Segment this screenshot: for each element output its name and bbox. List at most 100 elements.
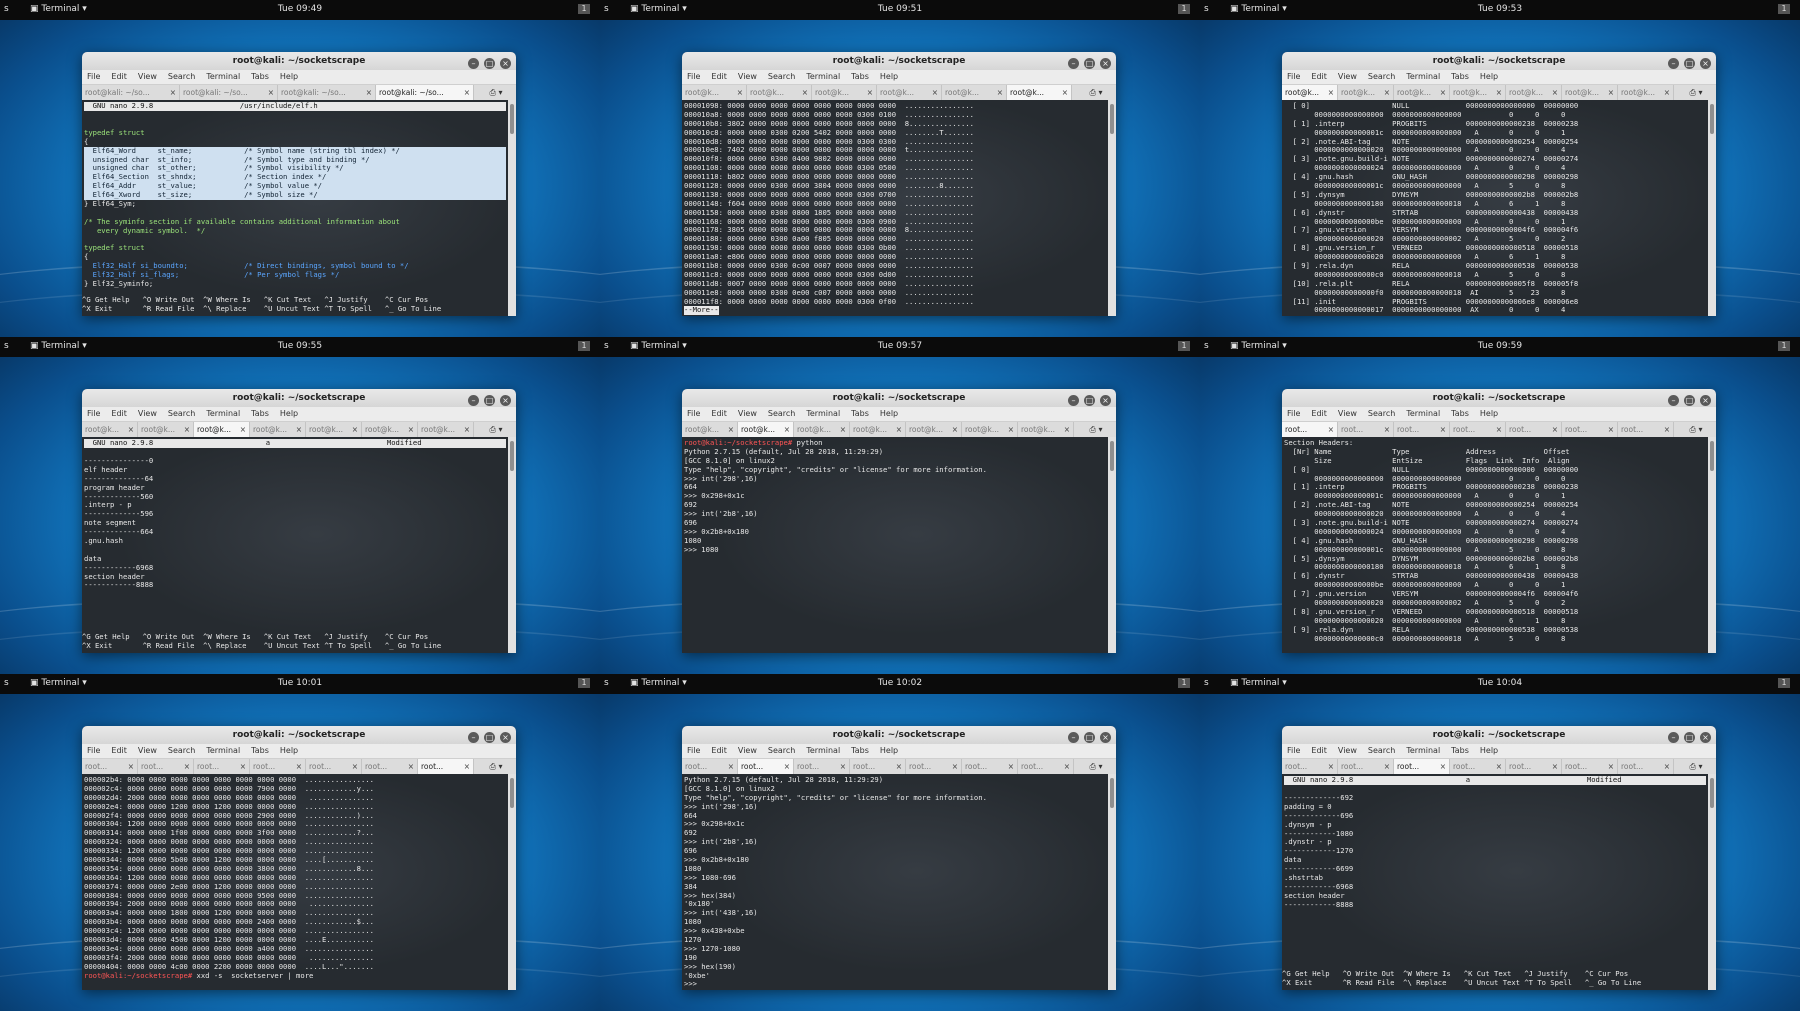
workspace-indicator[interactable]: 1: [1178, 341, 1190, 351]
maximize-button[interactable]: □: [484, 58, 495, 69]
scrollbar-thumb[interactable]: [1110, 104, 1114, 134]
minimize-button[interactable]: –: [468, 395, 479, 406]
new-tab-button[interactable]: ⎙ ▾: [476, 422, 516, 438]
scrollbar[interactable]: [508, 437, 516, 653]
terminal-tab[interactable]: × root...: [1562, 422, 1618, 438]
terminal-tab[interactable]: × root...: [1450, 759, 1506, 775]
clock[interactable]: Tue 09:49: [0, 4, 600, 14]
tab-close-icon[interactable]: ×: [184, 422, 190, 438]
tab-close-icon[interactable]: ×: [1664, 85, 1670, 101]
tab-close-icon[interactable]: ×: [932, 85, 938, 101]
menu-tabs[interactable]: Tabs: [251, 72, 269, 81]
scrollbar[interactable]: [508, 100, 516, 316]
menu-file[interactable]: File: [1287, 409, 1300, 418]
terminal-tab[interactable]: × root@k...: [1562, 85, 1618, 101]
workspace-indicator[interactable]: 1: [578, 341, 590, 351]
clock[interactable]: Tue 09:51: [600, 4, 1200, 14]
window-titlebar[interactable]: root@kali: ~/socketscrape – □ ×: [682, 726, 1116, 744]
tab-close-icon[interactable]: ×: [737, 85, 743, 101]
tab-close-icon[interactable]: ×: [408, 422, 414, 438]
terminal-window[interactable]: root@kali: ~/socketscrape – □ × File Edit View…: [82, 389, 516, 653]
menu-file[interactable]: File: [87, 409, 100, 418]
terminal-content[interactable]: 000002b4: 0000 0000 0000 0000 0000 0000 …: [82, 774, 508, 990]
terminal-tab[interactable]: × root...: [1018, 759, 1074, 775]
scrollbar-thumb[interactable]: [1710, 441, 1714, 471]
terminal-tab[interactable]: × root@k...: [1338, 85, 1394, 101]
menu-file[interactable]: File: [687, 746, 700, 755]
menu-file[interactable]: File: [687, 409, 700, 418]
tab-close-icon[interactable]: ×: [1008, 759, 1014, 775]
menu-terminal[interactable]: Terminal: [806, 746, 840, 755]
scrollbar[interactable]: [508, 774, 516, 990]
menu-help[interactable]: Help: [280, 746, 298, 755]
scrollbar[interactable]: [1108, 437, 1116, 653]
tab-close-icon[interactable]: ×: [1064, 422, 1070, 438]
terminal-tab[interactable]: × root...: [682, 759, 738, 775]
tab-close-icon[interactable]: ×: [896, 422, 902, 438]
terminal-tab[interactable]: × root...: [850, 759, 906, 775]
tab-close-icon[interactable]: ×: [867, 85, 873, 101]
menu-edit[interactable]: Edit: [111, 746, 127, 755]
tab-close-icon[interactable]: ×: [1608, 759, 1614, 775]
terminal-content[interactable]: GNU nano 2.9.8 /usr/include/elf.h typedef…: [82, 100, 508, 316]
terminal-tab[interactable]: × root...: [738, 759, 794, 775]
window-titlebar[interactable]: root@kali: ~/socketscrape – □ ×: [82, 389, 516, 407]
terminal-tab[interactable]: × root@kali: ~/so...: [82, 85, 180, 101]
menu-terminal[interactable]: Terminal: [206, 409, 240, 418]
maximize-button[interactable]: □: [1084, 732, 1095, 743]
maximize-button[interactable]: □: [1084, 58, 1095, 69]
close-button[interactable]: ×: [1100, 732, 1111, 743]
tab-close-icon[interactable]: ×: [784, 759, 790, 775]
shortcut-row[interactable]: ^X Exit ^R Read File ^\ Replace ^U Uncut…: [82, 641, 508, 651]
menu-search[interactable]: Search: [768, 72, 795, 81]
menu-view[interactable]: View: [138, 72, 157, 81]
scrollbar[interactable]: [1108, 774, 1116, 990]
new-tab-button[interactable]: ⎙ ▾: [476, 759, 516, 775]
menu-edit[interactable]: Edit: [711, 72, 727, 81]
tab-close-icon[interactable]: ×: [1384, 759, 1390, 775]
tab-close-icon[interactable]: ×: [296, 759, 302, 775]
scrollbar-thumb[interactable]: [1110, 778, 1114, 808]
tab-close-icon[interactable]: ×: [296, 422, 302, 438]
terminal-tab[interactable]: × root@k...: [794, 422, 850, 438]
close-button[interactable]: ×: [500, 395, 511, 406]
menu-terminal[interactable]: Terminal: [206, 72, 240, 81]
tab-close-icon[interactable]: ×: [802, 85, 808, 101]
terminal-tab[interactable]: × root...: [1338, 422, 1394, 438]
maximize-button[interactable]: □: [1684, 395, 1695, 406]
scrollbar-thumb[interactable]: [510, 778, 514, 808]
menu-terminal[interactable]: Terminal: [206, 746, 240, 755]
clock[interactable]: Tue 09:55: [0, 341, 600, 351]
menu-search[interactable]: Search: [768, 409, 795, 418]
terminal-tab[interactable]: × root@k...: [812, 85, 877, 101]
menu-edit[interactable]: Edit: [111, 409, 127, 418]
clock[interactable]: Tue 09:57: [600, 341, 1200, 351]
terminal-window[interactable]: root@kali: ~/socketscrape – □ × File Edit View…: [1282, 52, 1716, 316]
menu-help[interactable]: Help: [280, 72, 298, 81]
menu-file[interactable]: File: [87, 72, 100, 81]
tab-close-icon[interactable]: ×: [1496, 422, 1502, 438]
tab-close-icon[interactable]: ×: [1328, 85, 1334, 101]
menu-search[interactable]: Search: [1368, 746, 1395, 755]
menu-edit[interactable]: Edit: [111, 72, 127, 81]
tab-close-icon[interactable]: ×: [896, 759, 902, 775]
menu-edit[interactable]: Edit: [1311, 746, 1327, 755]
tab-close-icon[interactable]: ×: [1496, 85, 1502, 101]
tab-close-icon[interactable]: ×: [728, 759, 734, 775]
minimize-button[interactable]: –: [1668, 732, 1679, 743]
tab-close-icon[interactable]: ×: [240, 759, 246, 775]
scrollbar[interactable]: [1708, 774, 1716, 990]
terminal-tab[interactable]: × root@kali: ~/so...: [278, 85, 376, 101]
clock[interactable]: Tue 09:53: [1200, 4, 1800, 14]
workspace-indicator[interactable]: 1: [1778, 4, 1790, 14]
menu-search[interactable]: Search: [1368, 409, 1395, 418]
menu-search[interactable]: Search: [768, 746, 795, 755]
menu-edit[interactable]: Edit: [1311, 72, 1327, 81]
maximize-button[interactable]: □: [1084, 395, 1095, 406]
tab-close-icon[interactable]: ×: [170, 85, 176, 101]
menu-search[interactable]: Search: [168, 72, 195, 81]
window-titlebar[interactable]: root@kali: ~/socketscrape – □ ×: [1282, 52, 1716, 70]
terminal-tab[interactable]: × root...: [1618, 422, 1674, 438]
terminal-tab[interactable]: × root@kali: ~/so...: [376, 85, 474, 101]
menu-view[interactable]: View: [738, 72, 757, 81]
